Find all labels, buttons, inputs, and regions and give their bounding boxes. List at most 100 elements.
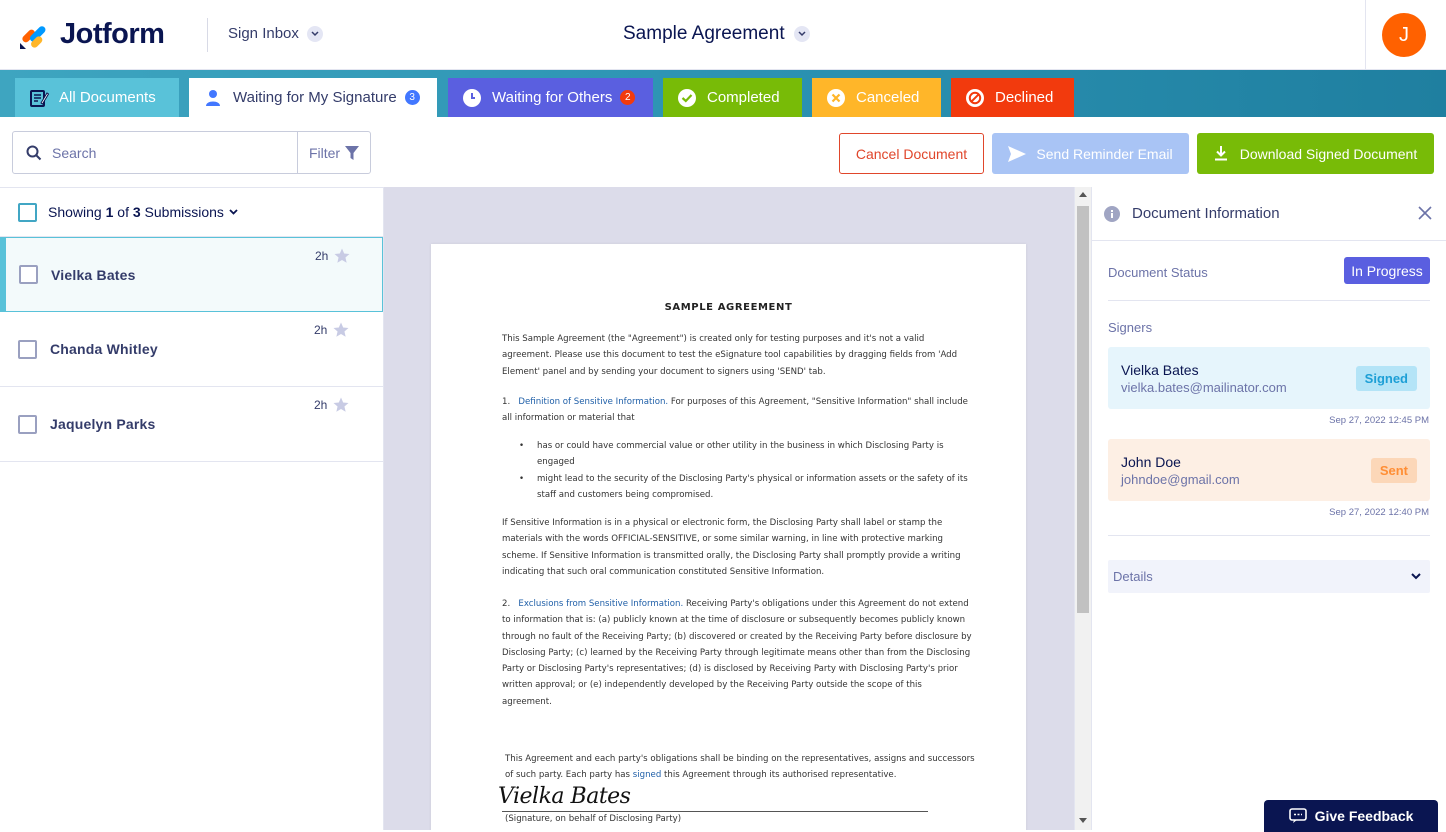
check-circle-icon bbox=[677, 88, 697, 108]
ban-icon bbox=[965, 88, 985, 108]
list-item[interactable]: Jaquelyn Parks 2h bbox=[0, 387, 383, 462]
time-ago: 2h bbox=[314, 323, 328, 337]
signer-name: John Doe bbox=[1121, 454, 1181, 470]
signer-card: Vielka Bates vielka.bates@mailinator.com… bbox=[1108, 347, 1430, 409]
chevron-down-icon bbox=[306, 25, 323, 42]
document-information-panel: Document Information Document Status In … bbox=[1091, 187, 1446, 830]
panel-header: Document Information bbox=[1092, 187, 1446, 241]
tab-label: Waiting for My Signature bbox=[233, 89, 397, 106]
signed-link: signed bbox=[632, 770, 662, 781]
document-title-dropdown[interactable]: Sample Agreement bbox=[623, 23, 810, 45]
search-box: Filter bbox=[12, 131, 371, 174]
row-checkbox[interactable] bbox=[18, 339, 37, 359]
brand-name: Jotform bbox=[60, 18, 165, 50]
search-icon bbox=[26, 145, 42, 160]
signer-name: Vielka Bates bbox=[51, 266, 136, 283]
signer-email: johndoe@gmail.com bbox=[1121, 472, 1240, 487]
select-all-checkbox[interactable] bbox=[18, 202, 37, 222]
give-feedback-button[interactable]: Give Feedback bbox=[1264, 800, 1438, 832]
count-badge: 3 bbox=[404, 90, 420, 105]
tab-waiting-for-others[interactable]: Waiting for Others 2 bbox=[448, 78, 653, 117]
showing-total: 3 bbox=[132, 204, 141, 220]
sign-inbox-dropdown[interactable]: Sign Inbox bbox=[228, 25, 323, 42]
scroll-up-arrow-icon[interactable] bbox=[1079, 192, 1087, 197]
signer-name: Jaquelyn Parks bbox=[50, 416, 156, 432]
submissions-count-dropdown[interactable]: Showing 1 of 3 Submissions bbox=[48, 204, 224, 220]
x-circle-icon bbox=[826, 88, 846, 108]
search-input[interactable] bbox=[52, 144, 292, 161]
tab-label: Waiting for Others bbox=[492, 89, 613, 106]
tab-label: Declined bbox=[995, 89, 1054, 106]
signer-name: Chanda Whitley bbox=[50, 341, 158, 357]
inbox-label: Sign Inbox bbox=[228, 25, 299, 42]
status-badge: In Progress bbox=[1344, 257, 1430, 284]
signer-name: Vielka Bates bbox=[1121, 362, 1199, 378]
filter-button[interactable]: Filter bbox=[297, 132, 370, 173]
document-page: SAMPLE AGREEMENT This Sample Agreement (… bbox=[431, 244, 1026, 830]
sensitive-paragraph: If Sensitive Information is in a physica… bbox=[502, 518, 961, 577]
tab-label: Completed bbox=[707, 89, 780, 106]
chevron-down-icon bbox=[793, 26, 810, 42]
document-title: Sample Agreement bbox=[623, 23, 785, 44]
tab-completed[interactable]: Completed bbox=[663, 78, 802, 117]
tab-declined[interactable]: Declined bbox=[951, 78, 1074, 117]
cancel-document-button[interactable]: Cancel Document bbox=[839, 133, 984, 174]
bullet-item: has or could have commercial value or ot… bbox=[519, 438, 974, 471]
reminder-label: Send Reminder Email bbox=[1036, 145, 1173, 162]
feedback-label: Give Feedback bbox=[1314, 808, 1414, 824]
status-tabs: All Documents Waiting for My Signature 3… bbox=[0, 70, 1446, 117]
signed-status-badge: Signed bbox=[1355, 366, 1417, 391]
info-icon bbox=[1104, 205, 1120, 222]
document-viewer[interactable]: SAMPLE AGREEMENT This Sample Agreement (… bbox=[384, 187, 1074, 830]
scroll-thumb[interactable] bbox=[1077, 206, 1089, 613]
signature-caption: (Signature, on behalf of Disclosing Part… bbox=[505, 814, 682, 824]
intro-paragraph: This Sample Agreement (the "Agreement") … bbox=[502, 334, 958, 377]
send-icon bbox=[1008, 145, 1027, 162]
count-badge: 2 bbox=[620, 90, 636, 105]
list-item[interactable]: Chanda Whitley 2h bbox=[0, 312, 383, 387]
panel-title: Document Information bbox=[1132, 205, 1280, 222]
tab-all-documents[interactable]: All Documents bbox=[15, 78, 179, 117]
jotform-logo-icon bbox=[20, 25, 46, 49]
signers-label: Signers bbox=[1108, 320, 1153, 335]
section-heading-link: Exclusions from Sensitive Information. bbox=[518, 599, 684, 609]
close-icon[interactable] bbox=[1418, 206, 1432, 220]
tab-waiting-for-my-signature[interactable]: Waiting for My Signature 3 bbox=[189, 78, 437, 117]
closing-paragraph: This Agreement and each party's obligati… bbox=[505, 751, 975, 784]
row-checkbox[interactable] bbox=[19, 265, 38, 284]
jotform-logo[interactable]: Jotform bbox=[18, 18, 165, 51]
scroll-down-arrow-icon[interactable] bbox=[1079, 818, 1087, 823]
user-icon bbox=[203, 88, 223, 108]
section-heading-link: Definition of Sensitive Information. bbox=[518, 397, 669, 407]
download-label: Download Signed Document bbox=[1239, 145, 1418, 162]
signature-line bbox=[502, 811, 928, 812]
chevron-down-icon[interactable] bbox=[229, 209, 238, 215]
signer-timestamp: Sep 27, 2022 12:45 PM bbox=[1329, 415, 1429, 426]
filter-icon bbox=[345, 145, 360, 160]
signer-timestamp: Sep 27, 2022 12:40 PM bbox=[1329, 507, 1429, 518]
star-icon[interactable] bbox=[332, 321, 350, 339]
list-item[interactable]: Vielka Bates 2h bbox=[0, 237, 383, 312]
viewer-scrollbar[interactable] bbox=[1074, 187, 1091, 830]
star-icon[interactable] bbox=[333, 247, 351, 265]
send-reminder-email-button[interactable]: Send Reminder Email bbox=[992, 133, 1189, 174]
row-checkbox[interactable] bbox=[18, 414, 37, 434]
clock-icon bbox=[462, 88, 482, 108]
download-signed-document-button[interactable]: Download Signed Document bbox=[1197, 133, 1434, 174]
details-label: Details bbox=[1113, 569, 1153, 584]
section-2-paragraph: 2. Exclusions from Sensitive Information… bbox=[502, 596, 972, 710]
bullet-list: has or could have commercial value or ot… bbox=[519, 438, 974, 503]
tab-label: All Documents bbox=[59, 89, 156, 106]
feedback-icon bbox=[1288, 808, 1307, 823]
user-avatar[interactable]: J bbox=[1382, 13, 1426, 57]
agreement-title: SAMPLE AGREEMENT bbox=[664, 302, 793, 313]
document-status-row: Document Status In Progress bbox=[1108, 257, 1430, 301]
section-1-paragraph: 1. Definition of Sensitive Information. … bbox=[502, 394, 972, 427]
star-icon[interactable] bbox=[332, 396, 350, 414]
bullet-item: might lead to the security of the Disclo… bbox=[519, 471, 974, 504]
document-edit-icon bbox=[29, 88, 49, 108]
list-header: Showing 1 of 3 Submissions bbox=[0, 188, 383, 237]
header-divider bbox=[207, 18, 208, 52]
tab-canceled[interactable]: Canceled bbox=[812, 78, 941, 117]
details-accordion[interactable]: Details bbox=[1108, 560, 1430, 593]
